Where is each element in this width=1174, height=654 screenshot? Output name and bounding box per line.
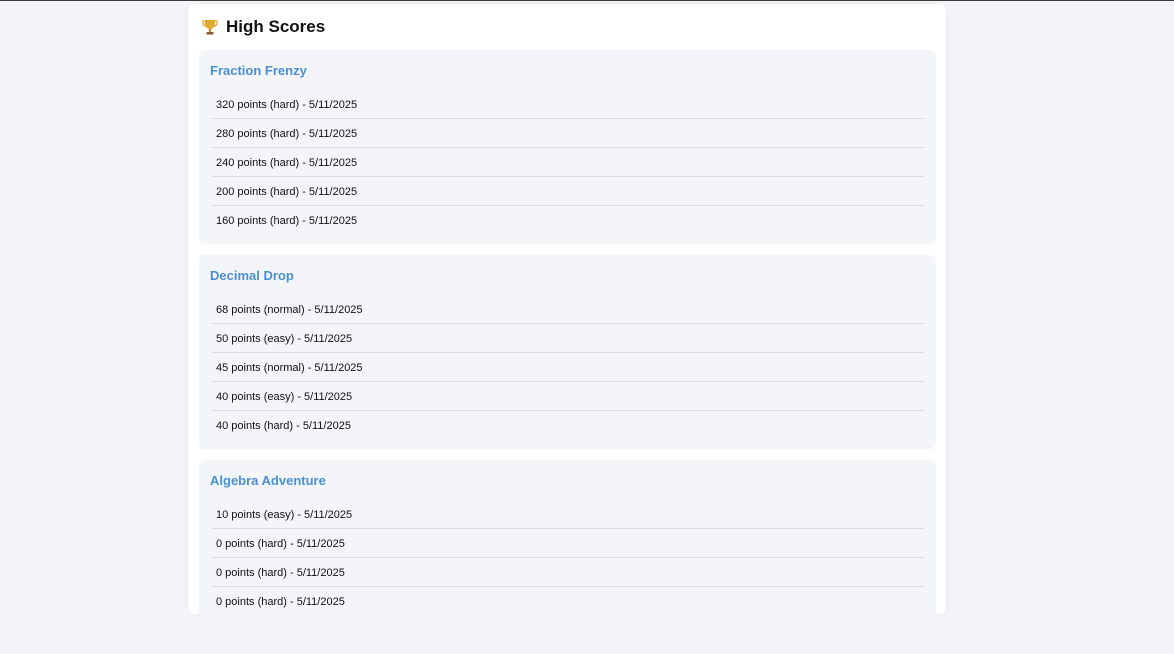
score-row: 0 points (hard) - 5/11/2025 bbox=[211, 558, 925, 587]
game-title: Fraction Frenzy bbox=[210, 63, 307, 78]
score-row: 240 points (hard) - 5/11/2025 bbox=[211, 148, 925, 177]
score-row: 10 points (easy) - 5/11/2025 bbox=[211, 500, 925, 529]
score-row: 160 points (hard) - 5/11/2025 bbox=[216, 215, 358, 227]
window-top-border bbox=[0, 0, 1174, 1]
game-title: Algebra Adventure bbox=[210, 473, 326, 488]
high-scores-panel: High Scores Fraction Frenzy 320 points (… bbox=[188, 4, 946, 654]
game-card-fraction-frenzy: Fraction Frenzy 320 points (hard) - 5/11… bbox=[199, 50, 936, 244]
score-row: 68 points (normal) - 5/11/2025 bbox=[211, 295, 925, 324]
score-row: 50 points (easy) - 5/11/2025 bbox=[211, 324, 925, 353]
score-row: 0 points (hard) - 5/11/2025 bbox=[211, 529, 925, 558]
score-list: 320 points (hard) - 5/11/2025 280 points… bbox=[211, 90, 925, 234]
score-row: 45 points (normal) - 5/11/2025 bbox=[211, 353, 925, 382]
game-title: Decimal Drop bbox=[210, 268, 294, 283]
score-row: 40 points (hard) - 5/11/2025 bbox=[216, 420, 351, 432]
score-row: 0 points (hard) - 5/11/2025 bbox=[216, 596, 345, 608]
game-card-algebra-adventure: Algebra Adventure 10 points (easy) - 5/1… bbox=[199, 460, 936, 654]
trophy-icon bbox=[202, 20, 218, 35]
score-list: 68 points (normal) - 5/11/2025 50 points… bbox=[211, 295, 925, 439]
game-card-decimal-drop: Decimal Drop 68 points (normal) - 5/11/2… bbox=[199, 255, 936, 449]
score-row: 320 points (hard) - 5/11/2025 bbox=[211, 90, 925, 119]
panel-header: High Scores bbox=[201, 17, 325, 37]
page-title: High Scores bbox=[226, 17, 326, 36]
score-row: 200 points (hard) - 5/11/2025 bbox=[211, 177, 925, 206]
score-row: 40 points (easy) - 5/11/2025 bbox=[211, 382, 925, 411]
score-row: 280 points (hard) - 5/11/2025 bbox=[211, 119, 925, 148]
